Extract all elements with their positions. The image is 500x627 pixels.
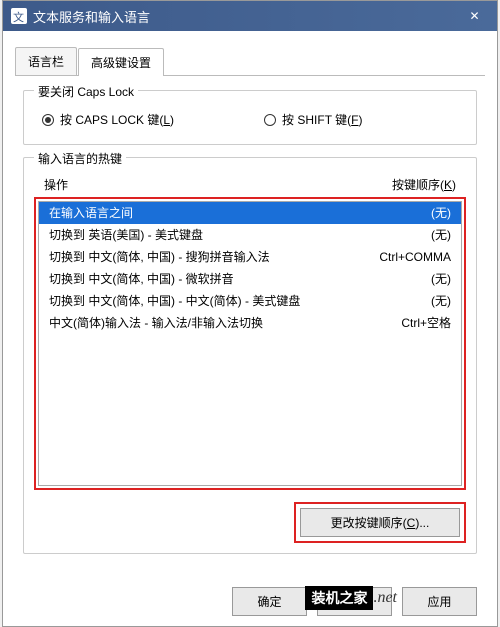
titlebar-left: 文本服务和输入语言	[11, 7, 150, 26]
col-sequence: 按键顺序(K)	[392, 176, 456, 193]
row-action: 切换到 中文(简体, 中国) - 微软拼音	[49, 270, 234, 288]
row-key: (无)	[431, 226, 451, 244]
radio-dot-icon	[42, 114, 54, 126]
caps-group-label: 要关闭 Caps Lock	[34, 83, 138, 100]
row-action: 切换到 英语(美国) - 美式键盘	[49, 226, 203, 244]
radio-dot-icon	[264, 114, 276, 126]
close-icon: ✕	[469, 9, 479, 23]
row-key: (无)	[431, 204, 451, 222]
content-area: 语言栏 高级键设置 要关闭 Caps Lock 按 CAPS LOCK 键(L)	[3, 31, 497, 572]
change-key-sequence-button[interactable]: 更改按键顺序(C)...	[300, 508, 460, 537]
list-item[interactable]: 切换到 中文(简体, 中国) - 搜狗拼音输入法 Ctrl+COMMA	[39, 246, 461, 268]
list-item[interactable]: 中文(简体)输入法 - 输入法/非输入法切换 Ctrl+空格	[39, 312, 461, 334]
caps-radio-row: 按 CAPS LOCK 键(L) 按 SHIFT 键(F)	[36, 107, 464, 132]
hotkey-group-label: 输入语言的热键	[34, 150, 126, 167]
tab-strip: 语言栏 高级键设置	[15, 47, 485, 76]
hotkey-highlight-box: 在输入语言之间 (无) 切换到 英语(美国) - 美式键盘 (无) 切换到 中文…	[34, 197, 466, 490]
row-action: 中文(简体)输入法 - 输入法/非输入法切换	[49, 314, 263, 332]
radio-caps-label: 按 CAPS LOCK 键(L)	[60, 111, 174, 128]
watermark-net: .net	[373, 589, 397, 607]
tab-language-bar[interactable]: 语言栏	[15, 47, 77, 75]
row-action: 切换到 中文(简体, 中国) - 中文(简体) - 美式键盘	[49, 292, 300, 310]
row-key: Ctrl+空格	[401, 314, 451, 332]
tab-advanced-keys[interactable]: 高级键设置	[78, 48, 164, 76]
apply-button[interactable]: 应用	[402, 587, 477, 616]
window-title: 文本服务和输入语言	[33, 7, 150, 26]
col-action: 操作	[44, 176, 68, 193]
row-key: Ctrl+COMMA	[379, 248, 451, 266]
hotkey-group: 输入语言的热键 操作 按键顺序(K) 在输入语言之间 (无) 切换到	[23, 157, 477, 554]
radio-caps-lock[interactable]: 按 CAPS LOCK 键(L)	[42, 111, 174, 128]
hotkey-header: 操作 按键顺序(K)	[34, 174, 466, 197]
list-item[interactable]: 切换到 中文(简体, 中国) - 中文(简体) - 美式键盘 (无)	[39, 290, 461, 312]
radio-shift[interactable]: 按 SHIFT 键(F)	[264, 111, 362, 128]
row-action: 在输入语言之间	[49, 204, 133, 222]
watermark-brand: 装机之家	[305, 586, 373, 610]
app-icon	[11, 8, 27, 24]
tab-panel: 要关闭 Caps Lock 按 CAPS LOCK 键(L) 按 SHIFT 键…	[15, 76, 485, 562]
close-button[interactable]: ✕	[452, 1, 497, 31]
list-item[interactable]: 切换到 中文(简体, 中国) - 微软拼音 (无)	[39, 268, 461, 290]
list-item[interactable]: 在输入语言之间 (无)	[39, 202, 461, 224]
titlebar: 文本服务和输入语言 ✕	[3, 1, 497, 31]
row-key: (无)	[431, 292, 451, 310]
caps-lock-group: 要关闭 Caps Lock 按 CAPS LOCK 键(L) 按 SHIFT 键…	[23, 90, 477, 145]
ok-button[interactable]: 确定	[232, 587, 307, 616]
change-btn-row: 更改按键顺序(C)...	[34, 502, 466, 543]
list-item[interactable]: 切换到 英语(美国) - 美式键盘 (无)	[39, 224, 461, 246]
watermark: 装机之家 .net	[305, 586, 397, 610]
dialog-window: 文本服务和输入语言 ✕ 语言栏 高级键设置 要关闭 Caps Lock 按 CA…	[2, 0, 498, 627]
radio-shift-label: 按 SHIFT 键(F)	[282, 111, 362, 128]
row-action: 切换到 中文(简体, 中国) - 搜狗拼音输入法	[49, 248, 270, 266]
row-key: (无)	[431, 270, 451, 288]
hotkey-list[interactable]: 在输入语言之间 (无) 切换到 英语(美国) - 美式键盘 (无) 切换到 中文…	[38, 201, 462, 486]
change-highlight-box: 更改按键顺序(C)...	[294, 502, 466, 543]
